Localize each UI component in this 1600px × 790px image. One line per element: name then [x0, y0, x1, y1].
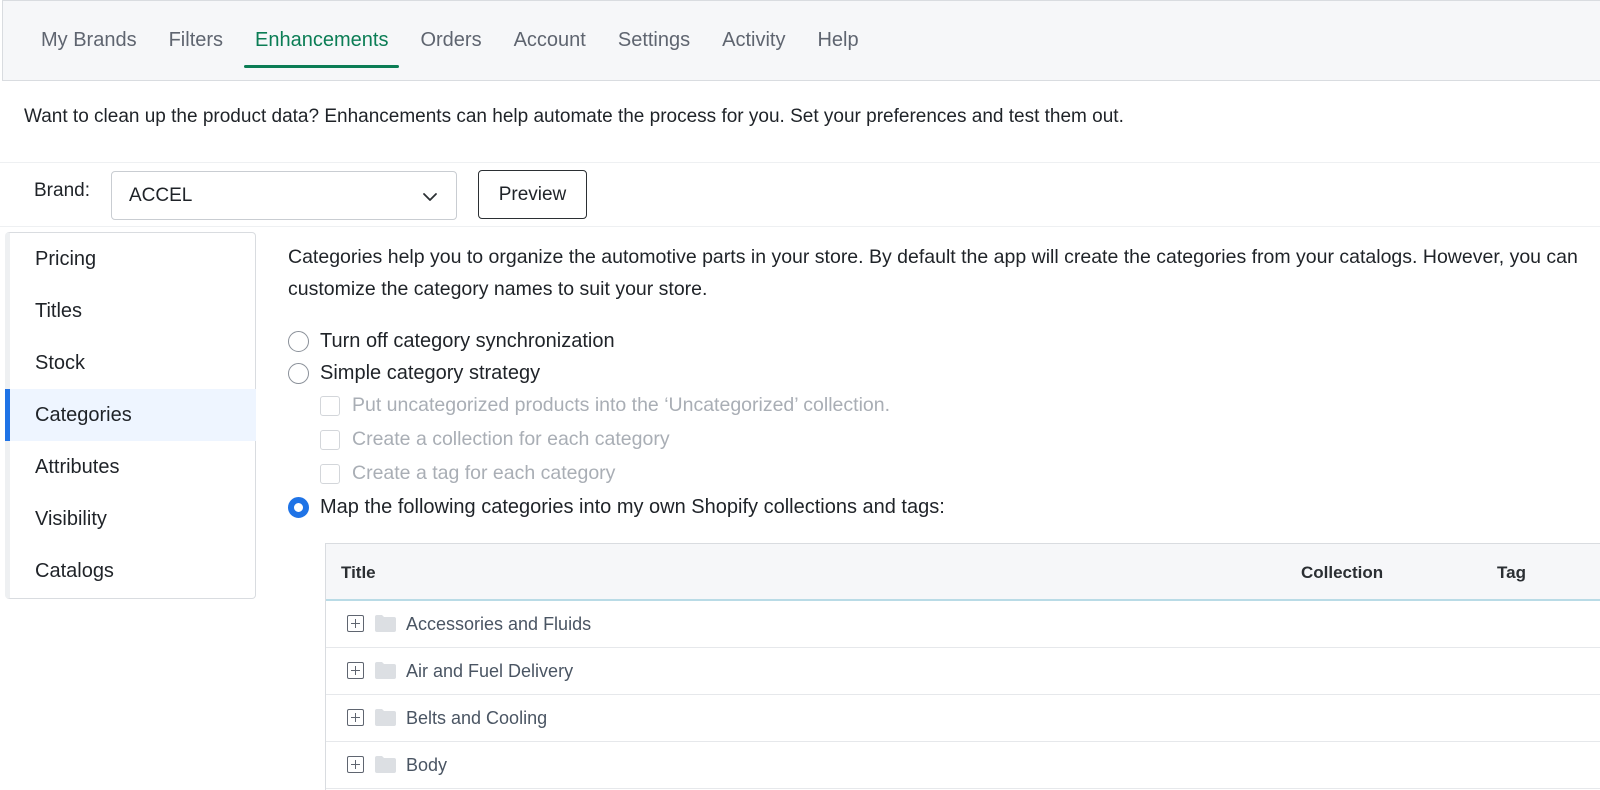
row-title: Belts and Cooling — [406, 708, 548, 728]
top-navigation: My Brands Filters Enhancements Orders Ac… — [2, 0, 1600, 81]
option-label: Map the following categories into my own… — [320, 496, 945, 518]
side-item-pricing[interactable]: Pricing — [10, 233, 256, 285]
chevron-down-icon — [423, 193, 437, 201]
row-title: Body — [406, 755, 448, 775]
option-turn-off-sync[interactable]: Turn off category synchronization — [288, 330, 615, 353]
radio-button[interactable] — [288, 331, 309, 352]
divider — [0, 226, 1600, 227]
tab-account[interactable]: Account — [503, 1, 597, 80]
radio-button[interactable] — [288, 497, 309, 518]
checkbox[interactable] — [320, 429, 340, 450]
enhancements-page: My Brands Filters Enhancements Orders Ac… — [0, 0, 1600, 790]
brand-label: Brand: — [34, 180, 90, 201]
checkbox-label: Create a collection for each category — [352, 428, 670, 450]
option-map-categories[interactable]: Map the following categories into my own… — [288, 496, 945, 519]
intro-text: Want to clean up the product data? Enhan… — [24, 106, 1124, 127]
side-item-stock[interactable]: Stock — [10, 337, 256, 389]
side-item-titles[interactable]: Titles — [10, 285, 256, 337]
brand-select[interactable]: ACCEL — [111, 171, 457, 220]
enhancements-side-menu: Pricing Titles Stock Categories Attribut… — [5, 232, 256, 599]
checkbox-label: Put uncategorized products into the ‘Unc… — [352, 394, 891, 416]
suboption-uncategorized-collection[interactable]: Put uncategorized products into the ‘Unc… — [320, 394, 890, 417]
suboption-collection-per-category[interactable]: Create a collection for each category — [320, 428, 670, 451]
folder-icon — [375, 615, 396, 632]
radio-button[interactable] — [288, 363, 309, 384]
table-row[interactable]: Accessories and Fluids — [326, 601, 1600, 648]
table-row[interactable]: Body — [326, 742, 1600, 789]
divider — [0, 162, 1600, 163]
expand-icon[interactable] — [347, 615, 364, 632]
side-item-attributes[interactable]: Attributes — [10, 441, 256, 493]
tab-activity[interactable]: Activity — [711, 1, 796, 80]
category-mapping-table: Title Collection Tag Accessories and Flu… — [325, 543, 1600, 790]
folder-icon — [375, 756, 396, 773]
checkbox[interactable] — [320, 463, 340, 484]
column-header-title[interactable]: Title — [341, 563, 376, 583]
tab-help[interactable]: Help — [806, 1, 869, 80]
checkbox[interactable] — [320, 395, 340, 416]
expand-icon[interactable] — [347, 756, 364, 773]
table-row[interactable]: Belts and Cooling — [326, 695, 1600, 742]
table-header: Title Collection Tag — [326, 544, 1600, 601]
brand-select-value: ACCEL — [129, 184, 193, 206]
tab-orders[interactable]: Orders — [409, 1, 492, 80]
option-label: Simple category strategy — [320, 362, 541, 384]
categories-description: Categories help you to organize the auto… — [288, 246, 1578, 300]
checkbox-label: Create a tag for each category — [352, 462, 616, 484]
side-item-catalogs[interactable]: Catalogs — [10, 545, 256, 597]
suboption-tag-per-category[interactable]: Create a tag for each category — [320, 462, 615, 485]
column-header-collection[interactable]: Collection — [1301, 563, 1383, 583]
option-simple-strategy[interactable]: Simple category strategy — [288, 362, 540, 385]
tab-enhancements[interactable]: Enhancements — [244, 1, 400, 80]
row-title: Air and Fuel Delivery — [406, 661, 574, 681]
tab-filters[interactable]: Filters — [158, 1, 234, 80]
expand-icon[interactable] — [347, 709, 364, 726]
side-item-visibility[interactable]: Visibility — [10, 493, 256, 545]
preview-button[interactable]: Preview — [478, 170, 587, 219]
row-title: Accessories and Fluids — [406, 614, 592, 634]
tab-my-brands[interactable]: My Brands — [30, 1, 148, 80]
folder-icon — [375, 662, 396, 679]
side-item-categories[interactable]: Categories — [5, 389, 256, 441]
option-label: Turn off category synchronization — [320, 330, 615, 352]
column-header-tag[interactable]: Tag — [1497, 563, 1526, 583]
folder-icon — [375, 709, 396, 726]
tab-settings[interactable]: Settings — [607, 1, 701, 80]
expand-icon[interactable] — [347, 662, 364, 679]
table-row[interactable]: Air and Fuel Delivery — [326, 648, 1600, 695]
